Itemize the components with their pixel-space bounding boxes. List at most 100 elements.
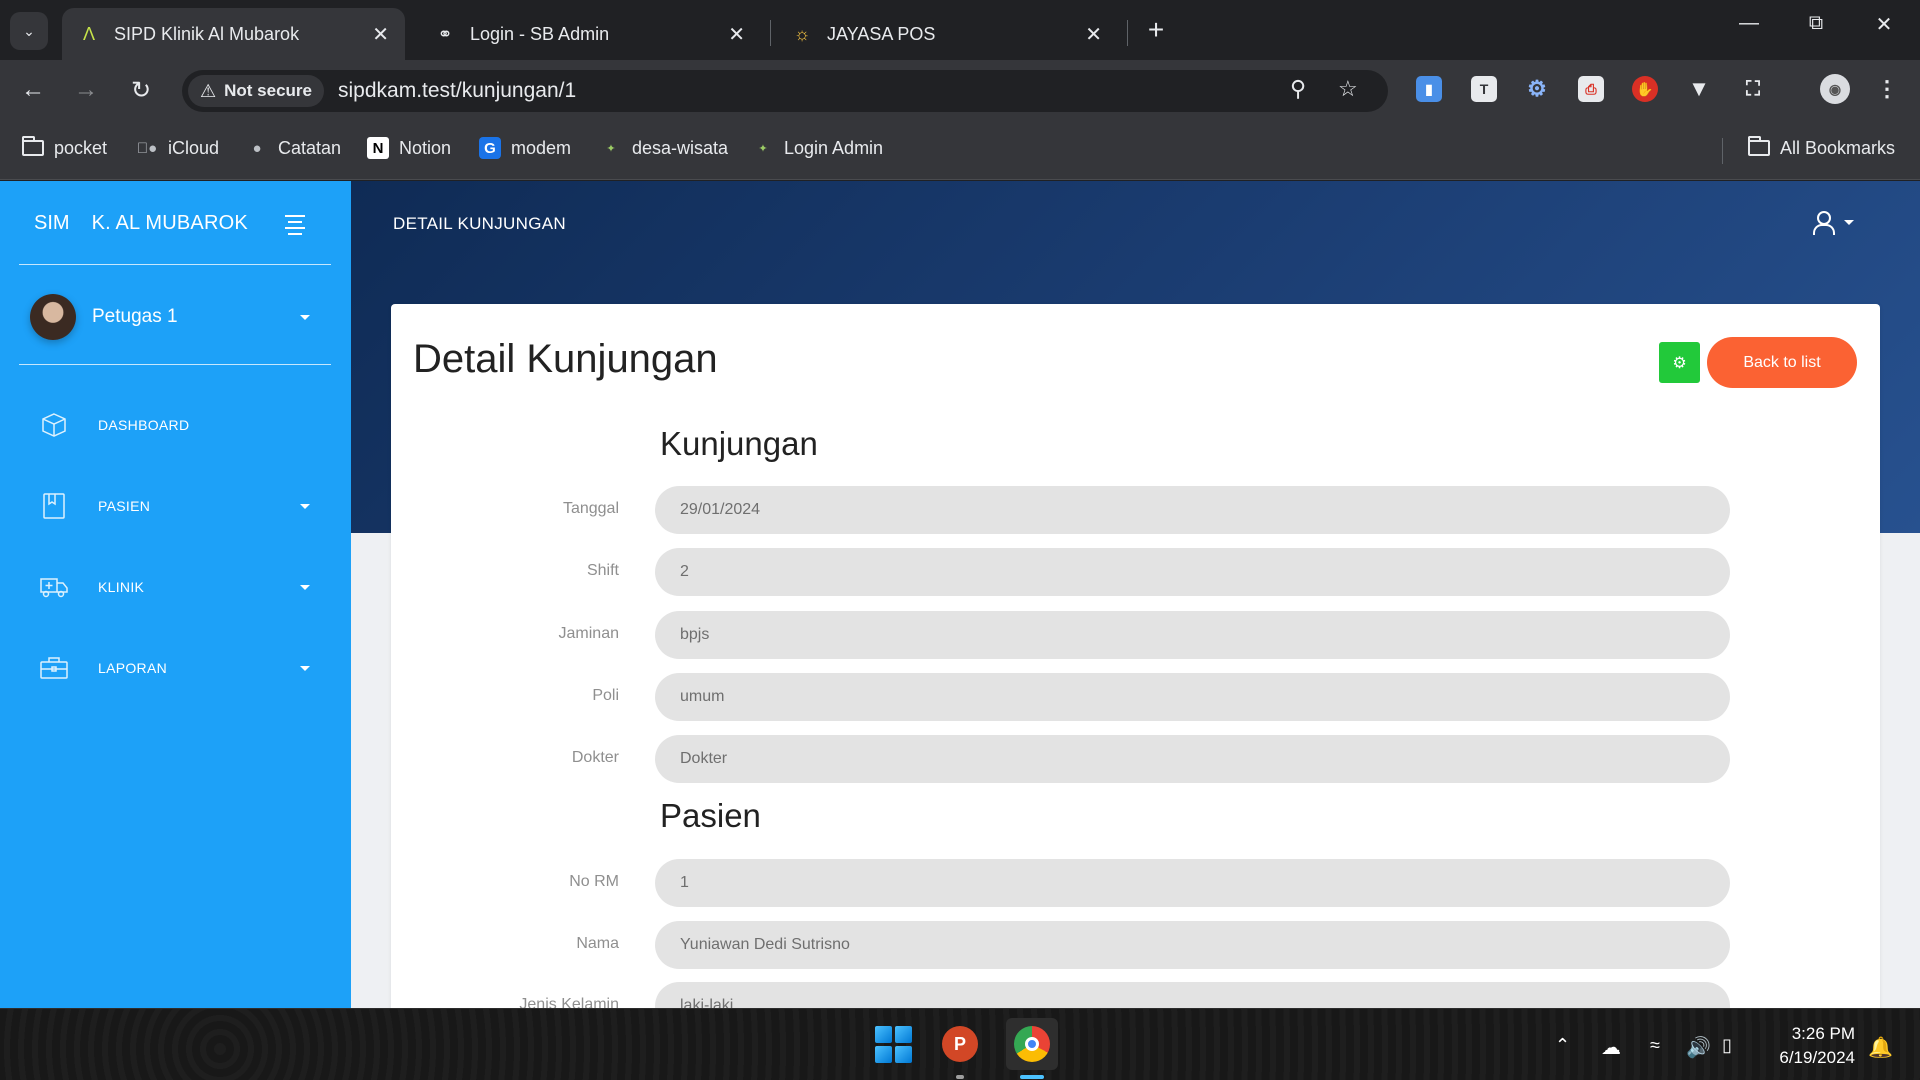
caret-down-icon xyxy=(300,665,310,671)
start-button[interactable] xyxy=(872,1023,914,1065)
tab-title: Login - SB Admin xyxy=(470,23,610,44)
browser-tab-sipd[interactable]: Λ SIPD Klinik Al Mubarok ✕ xyxy=(62,8,405,60)
security-chip[interactable]: ⚠ Not secure xyxy=(188,75,325,107)
ambulance-icon xyxy=(40,573,68,601)
sidebar-user[interactable]: Petugas 1 xyxy=(30,294,310,340)
sipd-favicon-icon: Λ xyxy=(82,23,96,44)
apple-icon: ● xyxy=(137,139,157,157)
wifi-icon[interactable]: ≈ xyxy=(1650,1035,1660,1056)
url-text[interactable]: sipdkam.test/kunjungan/1 xyxy=(338,79,576,103)
bookmark-desa-wisata[interactable]: ✦ desa-wisata xyxy=(600,137,728,159)
nama-field[interactable] xyxy=(655,921,1730,969)
extension-gear-icon[interactable]: ⚙ xyxy=(1524,76,1550,102)
brand[interactable]: SIM K. AL MUBAROK xyxy=(34,212,248,235)
taskbar-clock[interactable]: 3:26 PM 6/19/2024 xyxy=(1769,1022,1855,1070)
bookmark-modem[interactable]: G modem xyxy=(479,137,571,159)
sidebar-item-dashboard[interactable]: DASHBOARD xyxy=(40,411,310,439)
user-name: Petugas 1 xyxy=(92,306,178,327)
minimize-button[interactable]: — xyxy=(1729,12,1769,35)
forward-button[interactable]: → xyxy=(68,72,104,108)
close-tab-icon[interactable]: ✕ xyxy=(372,22,389,47)
divider xyxy=(19,364,331,365)
page-viewport: SIM K. AL MUBAROK Petugas 1 DASHBOARD PA… xyxy=(0,181,1920,1008)
bookmark-star-icon[interactable]: ☆ xyxy=(1338,76,1358,102)
user-menu[interactable] xyxy=(1812,211,1854,235)
extension-text-icon[interactable]: T xyxy=(1471,76,1497,102)
bookmarks-separator xyxy=(1722,138,1723,164)
extensions-puzzle-icon[interactable]: ⛶ xyxy=(1740,76,1766,102)
chrome-icon xyxy=(1014,1026,1050,1062)
extension-adblock-icon[interactable]: ✋ xyxy=(1632,76,1658,102)
jaminan-field[interactable] xyxy=(655,611,1730,659)
sidebar-item-label: LAPORAN xyxy=(98,660,168,676)
notification-bell-icon[interactable]: 🔔 xyxy=(1868,1035,1893,1060)
book-icon xyxy=(40,492,68,520)
section-title-kunjungan: Kunjungan xyxy=(660,425,818,462)
modem-icon: G xyxy=(479,137,501,159)
field-row-dokter: Dokter xyxy=(391,735,1880,783)
extension-print-icon[interactable]: ⎙ xyxy=(1578,76,1604,102)
arrow-right-icon: → xyxy=(74,76,98,103)
app-active-indicator xyxy=(1020,1075,1044,1079)
sidebar-item-pasien[interactable]: PASIEN xyxy=(40,492,310,520)
poli-field[interactable] xyxy=(655,673,1730,721)
back-to-list-button[interactable]: Back to list xyxy=(1707,337,1857,388)
bookmark-login-admin[interactable]: ✦ Login Admin xyxy=(752,137,883,159)
bookmark-label: modem xyxy=(511,137,572,158)
field-label: Poli xyxy=(592,687,619,704)
sidebar-item-klinik[interactable]: KLINIK xyxy=(40,573,310,601)
profile-avatar-icon[interactable]: ◉ xyxy=(1820,74,1850,104)
extension-v-icon[interactable]: ▼ xyxy=(1686,76,1712,102)
sidebar-toggle-icon[interactable] xyxy=(285,215,305,239)
field-label: No RM xyxy=(569,873,619,890)
back-button[interactable]: ← xyxy=(15,72,51,108)
sidebar-item-laporan[interactable]: LAPORAN xyxy=(40,654,310,682)
dokter-field[interactable] xyxy=(655,735,1730,783)
reload-button[interactable]: ↻ xyxy=(123,72,159,108)
bookmark-label: Login Admin xyxy=(784,137,884,158)
bookmark-catatan[interactable]: ● Catatan xyxy=(246,137,341,159)
globe-icon: ⚭ xyxy=(437,23,453,44)
new-tab-button[interactable]: + xyxy=(1140,14,1172,46)
extension-docs-icon[interactable]: ▮ xyxy=(1416,76,1442,102)
chevron-up-icon[interactable]: ⌃ xyxy=(1555,1035,1570,1056)
zoom-icon[interactable]: ⚲ xyxy=(1290,76,1306,102)
kebab-menu-icon[interactable]: ⋮ xyxy=(1874,76,1900,102)
taskbar-chrome[interactable] xyxy=(1006,1018,1058,1070)
browser-tab-login[interactable]: ⚭ Login - SB Admin ✕ xyxy=(418,8,761,60)
close-tab-icon[interactable]: ✕ xyxy=(1085,22,1102,47)
folder-icon xyxy=(22,136,44,159)
bookmark-notion[interactable]: N Notion xyxy=(367,137,451,159)
field-label: Dokter xyxy=(571,749,619,766)
field-row-poli: Poli xyxy=(391,673,1880,721)
app-running-indicator xyxy=(956,1075,964,1079)
jenis-kelamin-field[interactable] xyxy=(655,982,1730,1008)
browser-tab-bar: ⌄ Λ SIPD Klinik Al Mubarok ✕ ⚭ Login - S… xyxy=(0,0,1920,60)
taskbar-powerpoint[interactable]: P xyxy=(939,1023,981,1065)
volume-icon[interactable]: 🔊 xyxy=(1686,1035,1711,1060)
field-label: Jaminan xyxy=(558,625,619,642)
caret-down-icon xyxy=(300,314,310,320)
restore-button[interactable]: ⧉ xyxy=(1796,12,1836,35)
browser-tab-jayasa[interactable]: ☼ JAYASA POS ✕ xyxy=(775,8,1118,60)
shift-field[interactable] xyxy=(655,548,1730,596)
tanggal-field[interactable] xyxy=(655,486,1730,534)
address-bar[interactable]: ⚠ Not secure sipdkam.test/kunjungan/1 ⚲ … xyxy=(182,70,1388,112)
bookmark-label: Notion xyxy=(399,137,452,158)
print-button[interactable]: ⚙ xyxy=(1659,342,1700,383)
no-rm-field[interactable] xyxy=(655,859,1730,907)
browser-toolbar: ← → ↻ ⚠ Not secure sipdkam.test/kunjunga… xyxy=(0,60,1920,120)
taskbar: P ⌃ ☁ ≈ 🔊 ▯ 3:26 PM 6/19/2024 🔔 xyxy=(0,1008,1920,1080)
battery-icon[interactable]: ▯ xyxy=(1722,1035,1732,1056)
plus-icon: + xyxy=(1147,14,1165,45)
tab-search-button[interactable]: ⌄ xyxy=(10,12,48,50)
field-label: Nama xyxy=(576,935,619,952)
close-window-button[interactable]: ✕ xyxy=(1864,12,1904,37)
bookmark-pocket[interactable]: pocket xyxy=(22,136,107,159)
chevron-down-icon: ⌄ xyxy=(23,22,35,39)
close-tab-icon[interactable]: ✕ xyxy=(728,22,745,47)
avatar xyxy=(30,294,76,340)
all-bookmarks-button[interactable]: All Bookmarks xyxy=(1748,136,1895,159)
onedrive-icon[interactable]: ☁ xyxy=(1601,1035,1621,1060)
bookmark-icloud[interactable]: ● iCloud xyxy=(136,137,219,159)
